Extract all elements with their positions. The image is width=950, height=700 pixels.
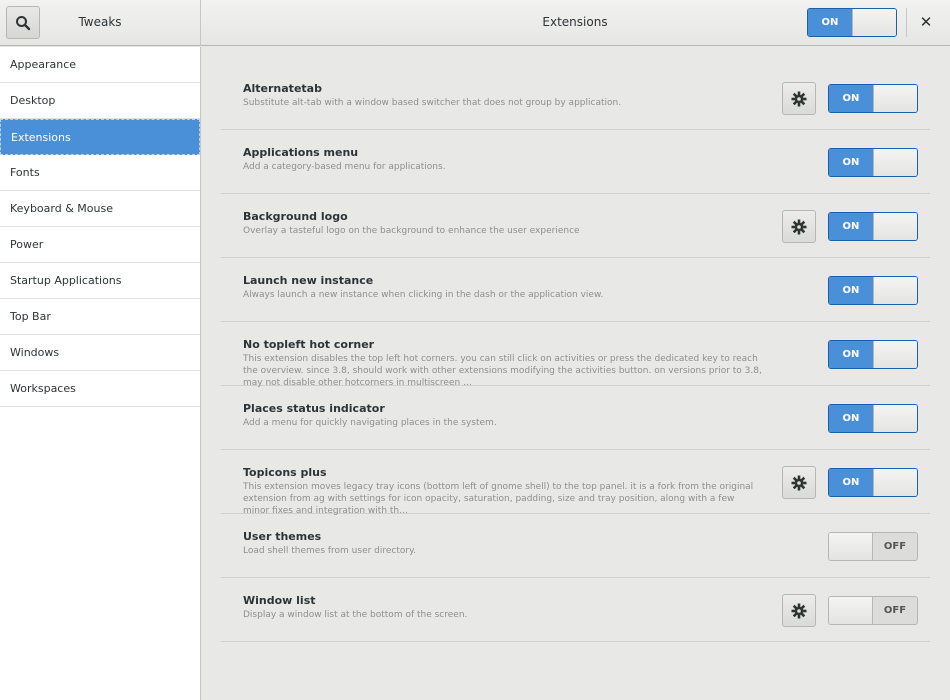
switch-on-label: ON [829, 277, 873, 304]
extension-row-places-status-indicator: Places status indicator Add a menu for qu… [221, 386, 930, 450]
extension-toggle[interactable]: OFF [828, 596, 918, 625]
extension-description: This extension disables the top left hot… [243, 354, 762, 388]
switch-on-label: ON [829, 341, 873, 368]
extension-name: Applications menu [243, 146, 359, 159]
extension-row-window-list: Window list Display a window list at the … [221, 578, 930, 642]
extension-name: User themes [243, 530, 322, 543]
switch-knob [872, 85, 917, 112]
switch-on-label: ON [829, 405, 873, 432]
extension-row-background-logo: Background logo Overlay a tasteful logo o… [221, 194, 930, 258]
switch-on-label: ON [829, 213, 873, 240]
switch-knob [851, 9, 896, 36]
sidebar-item-fonts[interactable]: Fonts [0, 155, 200, 191]
extension-description: Add a menu for quickly navigating places… [243, 418, 497, 428]
extension-name: Places status indicator [243, 402, 385, 415]
sidebar-item-workspaces[interactable]: Workspaces [0, 371, 200, 407]
extension-name: No topleft hot corner [243, 338, 375, 351]
extension-toggle[interactable]: ON [828, 340, 918, 369]
switch-knob [872, 149, 917, 176]
extension-name: Background logo [243, 210, 348, 223]
close-button[interactable]: ✕ [906, 10, 946, 35]
switch-on-label: ON [829, 149, 873, 176]
extension-description: Load shell themes from user directory. [243, 546, 417, 556]
extension-row-alternatetab: Alternatetab Substitute alt-tab with a wi… [221, 66, 930, 130]
switch-knob [872, 341, 917, 368]
extension-row-user-themes: User themes Load shell themes from user d… [221, 514, 930, 578]
extension-description: Add a category-based menu for applicatio… [243, 162, 446, 172]
gear-icon [791, 475, 807, 490]
extension-settings-button[interactable] [782, 210, 816, 243]
sidebar-item-top-bar[interactable]: Top Bar [0, 299, 200, 335]
app-title: Tweaks [78, 15, 122, 29]
extension-toggle[interactable]: ON [828, 212, 918, 241]
gear-icon [791, 91, 807, 106]
header-bar: Tweaks Extensions ON ✕ [0, 0, 950, 46]
switch-knob [872, 277, 917, 304]
extension-name: Alternatetab [243, 82, 322, 95]
switch-knob [829, 597, 874, 624]
switch-on-label: ON [808, 9, 852, 36]
extension-settings-button[interactable] [782, 82, 816, 115]
sidebar-item-keyboard-mouse[interactable]: Keyboard & Mouse [0, 191, 200, 227]
switch-on-label: ON [829, 469, 873, 496]
extension-toggle[interactable]: ON [828, 84, 918, 113]
sidebar-item-desktop[interactable]: Desktop [0, 83, 200, 119]
extension-name: Launch new instance [243, 274, 374, 287]
extensions-master-switch[interactable]: ON [807, 8, 897, 37]
extension-description: This extension moves legacy tray icons (… [243, 482, 754, 516]
gear-icon [791, 219, 807, 234]
extension-settings-button[interactable] [782, 466, 816, 499]
extension-row-no-topleft-hot-corner: No topleft hot corner This extension disa… [221, 322, 930, 388]
sidebar-item-startup-applications[interactable]: Startup Applications [0, 263, 200, 299]
gear-icon [791, 603, 807, 618]
switch-knob [872, 469, 917, 496]
extension-toggle[interactable]: ON [828, 404, 918, 433]
switch-knob [872, 405, 917, 432]
extension-description: Substitute alt-tab with a window based s… [243, 98, 622, 108]
extension-toggle[interactable]: ON [828, 148, 918, 177]
switch-knob [872, 213, 917, 240]
extension-description: Always launch a new instance when clicki… [243, 290, 604, 300]
switch-knob [829, 533, 874, 560]
switch-off-label: OFF [883, 605, 907, 616]
extension-toggle[interactable]: OFF [828, 532, 918, 561]
header-left-pane: Tweaks [0, 0, 201, 46]
extension-toggle[interactable]: ON [828, 276, 918, 305]
extension-name: Topicons plus [243, 466, 327, 479]
extension-row-launch-new-instance: Launch new instance Always launch a new i… [221, 258, 930, 322]
search-button[interactable] [6, 6, 40, 39]
extension-row-topicons-plus: Topicons plus This extension moves legacy… [221, 450, 930, 516]
page-title: Extensions [542, 15, 608, 29]
sidebar-item-windows[interactable]: Windows [0, 335, 200, 371]
extension-name: Window list [243, 594, 316, 607]
sidebar-item-extensions[interactable]: Extensions [0, 119, 200, 155]
sidebar: Appearance Desktop Extensions Fonts Keyboard… [0, 47, 201, 700]
extension-toggle[interactable]: ON [828, 468, 918, 497]
extension-settings-button[interactable] [782, 594, 816, 627]
extension-description: Display a window list at the bottom of t… [243, 610, 468, 620]
sidebar-item-appearance[interactable]: Appearance [0, 47, 200, 83]
extension-row-applications-menu: Applications menu Add a category-based me… [221, 130, 930, 194]
search-icon [16, 15, 31, 30]
sidebar-item-power[interactable]: Power [0, 227, 200, 263]
close-icon: ✕ [919, 13, 933, 31]
switch-on-label: ON [829, 85, 873, 112]
switch-off-label: OFF [883, 541, 907, 552]
extension-description: Overlay a tasteful logo on the backgroun… [243, 226, 580, 236]
